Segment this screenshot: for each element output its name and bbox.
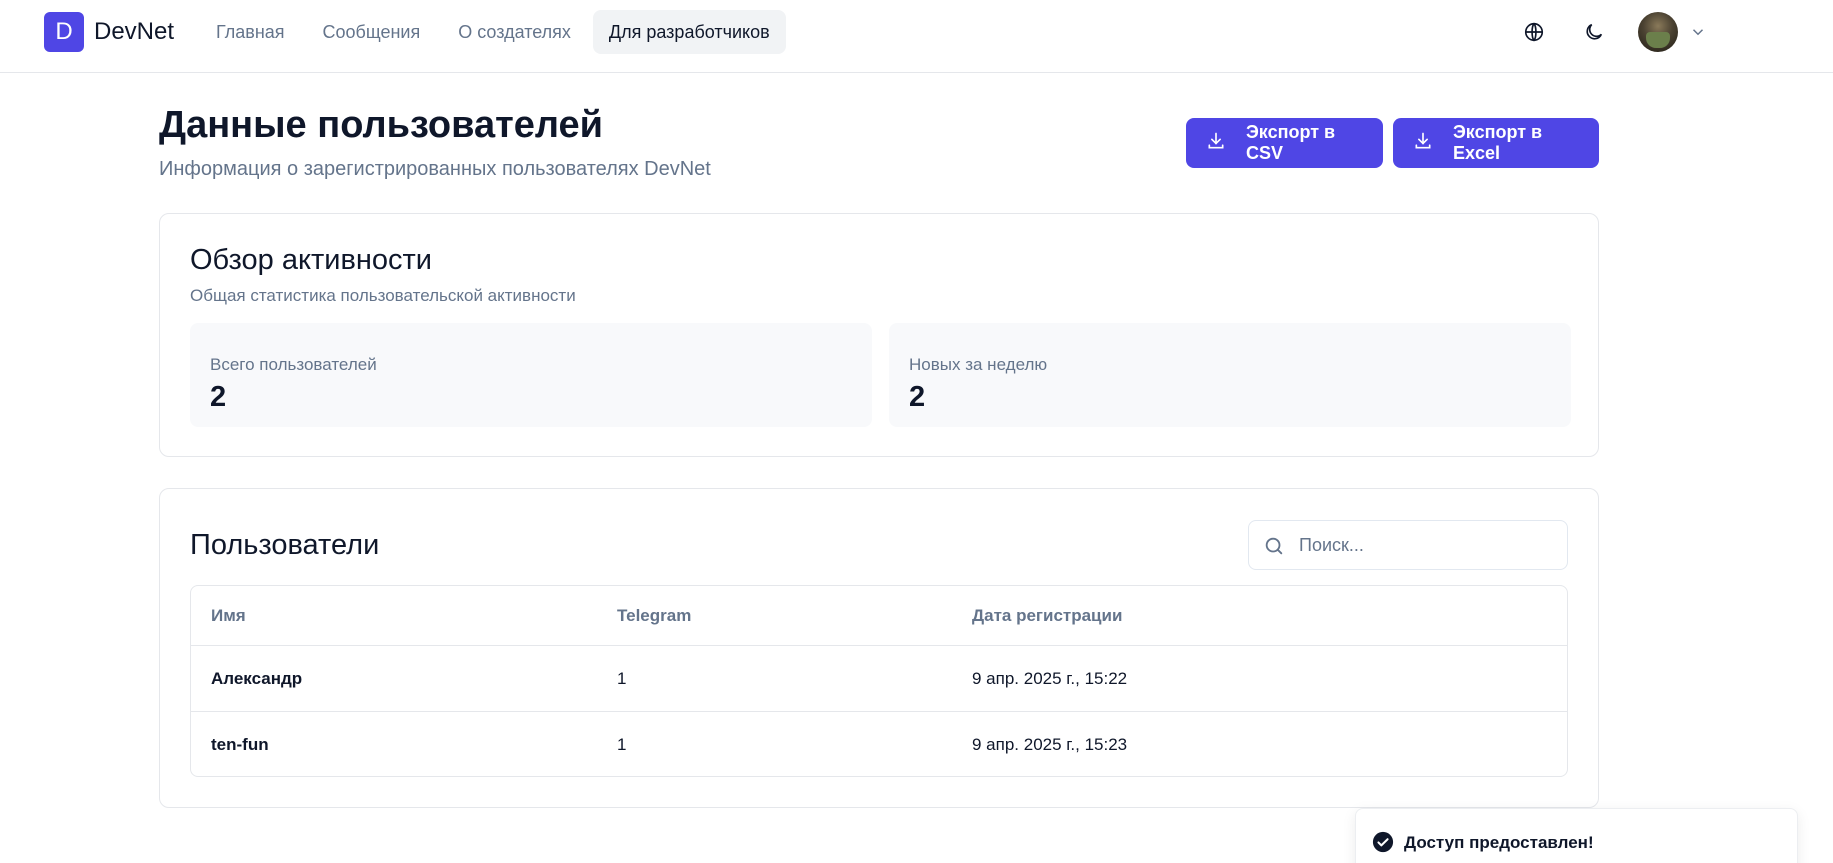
stat-label: Новых за неделю [909, 355, 1048, 374]
logo-badge[interactable]: D [44, 12, 84, 52]
user-name: ten-fun [211, 735, 269, 754]
stat-label: Всего пользователей [210, 355, 377, 374]
page-subtitle: Информация о зарегистрированных пользова… [159, 158, 711, 180]
globe-icon[interactable] [1520, 18, 1548, 46]
nav-home[interactable]: Главная [200, 10, 301, 54]
avatar[interactable] [1638, 12, 1678, 52]
page-title: Данные пользователей [159, 104, 603, 146]
export-csv-label: Экспорт в CSV [1246, 122, 1336, 163]
activity-title: Обзор активности [190, 244, 432, 276]
user-registered: 9 апр. 2025 г., 15:23 [972, 735, 1128, 754]
app-name[interactable]: DevNet [94, 18, 174, 46]
stat-value: 2 [210, 381, 227, 413]
user-telegram: 1 [617, 668, 627, 688]
column-header-telegram[interactable]: Telegram [617, 586, 691, 645]
stat-new-this-week: Новых за неделю 2 [889, 323, 1571, 427]
table-row[interactable]: Александр 1 9 апр. 2025 г., 15:22 [191, 646, 1567, 712]
export-excel-label: Экспорт в Excel [1453, 122, 1543, 163]
download-icon [1206, 131, 1226, 156]
activity-subtitle: Общая статистика пользовательской активн… [190, 286, 576, 305]
column-header-registered[interactable]: Дата регистрации [972, 586, 1122, 645]
nav-developers[interactable]: Для разработчиков [592, 10, 786, 54]
users-title: Пользователи [190, 529, 380, 561]
table-header-row: Имя Telegram Дата регистрации [191, 586, 1567, 646]
export-csv-button[interactable]: Экспорт в CSV [1186, 118, 1383, 168]
user-name: Александр [211, 668, 303, 688]
logo-letter: D [55, 18, 73, 45]
nav-messages[interactable]: Сообщения [307, 10, 437, 54]
toast-notification[interactable]: Доступ предоставлен! [1355, 808, 1798, 863]
main-nav: Главная Сообщения О создателях Для разра… [200, 10, 786, 54]
stat-total-users: Всего пользователей 2 [190, 323, 872, 427]
top-navbar: D DevNet Главная Сообщения О создателях … [0, 0, 1833, 73]
user-registered: 9 апр. 2025 г., 15:22 [972, 668, 1128, 688]
user-telegram: 1 [617, 735, 627, 754]
search-input[interactable] [1299, 533, 1559, 557]
nav-about[interactable]: О создателях [442, 10, 587, 54]
moon-icon[interactable] [1580, 18, 1608, 46]
check-circle-icon [1372, 831, 1394, 853]
chevron-down-icon[interactable] [1684, 18, 1712, 46]
activity-card: Обзор активности Общая статистика пользо… [159, 213, 1599, 457]
stat-value: 2 [909, 381, 926, 413]
toast-message: Доступ предоставлен! [1404, 833, 1594, 852]
column-header-name[interactable]: Имя [211, 586, 246, 645]
search-box[interactable] [1248, 520, 1568, 570]
users-card: Пользователи Имя Telegram Дата регистрац… [159, 488, 1599, 808]
table-row[interactable]: ten-fun 1 9 апр. 2025 г., 15:23 [191, 712, 1567, 776]
download-icon [1413, 131, 1433, 156]
export-excel-button[interactable]: Экспорт в Excel [1393, 118, 1599, 168]
search-icon [1263, 535, 1285, 562]
users-table: Имя Telegram Дата регистрации Александр … [190, 585, 1568, 777]
